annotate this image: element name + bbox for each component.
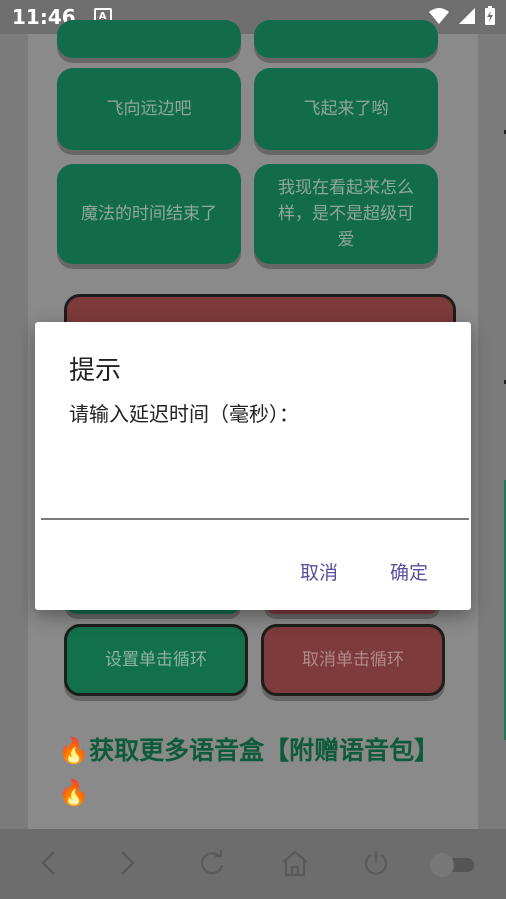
dialog-title: 提示 [69,356,122,386]
toggle-switch-icon[interactable] [428,851,478,879]
dialog-message: 请输入延迟时间（毫秒）： [69,402,299,426]
voice-button-magic-time-over[interactable]: 魔法的时间结束了 [57,164,241,264]
voice-button-flying[interactable]: 飞起来了哟 [254,68,438,150]
promo-link[interactable]: 🔥获取更多语音盒【附赠语音包】🔥 [58,730,468,814]
forward-arrow-icon[interactable] [118,849,138,877]
cancel-button[interactable]: 取消 [300,558,338,585]
home-icon[interactable] [280,849,310,877]
cancel-click-loop-label: 取消单击循环 [302,650,404,670]
delay-input-dialog: 提示 请输入延迟时间（毫秒）： 取消 确定 [35,322,471,610]
voice-button-fly-far[interactable]: 飞向远边吧 [57,68,241,150]
set-click-loop-label: 设置单击循环 [105,650,207,670]
bottom-nav [0,829,506,899]
edge-decoration [504,130,506,740]
battery-icon [485,6,495,25]
promo-text: 🔥获取更多语音盒【附赠语音包】🔥 [58,736,440,807]
top-button-partial-left[interactable] [57,20,241,58]
refresh-icon[interactable] [198,849,226,877]
back-arrow-icon[interactable] [38,849,58,877]
delay-input[interactable] [41,472,469,520]
voice-button-label: 飞向远边吧 [106,99,192,119]
ok-button[interactable]: 确定 [390,558,428,585]
power-icon[interactable] [362,849,390,877]
signal-icon [459,8,475,24]
status-icons [428,6,496,26]
cancel-click-loop-button[interactable]: 取消单击循环 [261,624,445,696]
voice-button-label: 魔法的时间结束了 [81,204,217,224]
voice-button-label: 飞起来了哟 [303,99,389,119]
top-button-partial-right[interactable] [254,20,438,58]
voice-button-label: 我现在看起来怎么样，是不是超级可爱 [278,178,414,250]
set-click-loop-button[interactable]: 设置单击循环 [64,624,248,696]
voice-button-am-i-cute[interactable]: 我现在看起来怎么样，是不是超级可爱 [254,164,438,264]
